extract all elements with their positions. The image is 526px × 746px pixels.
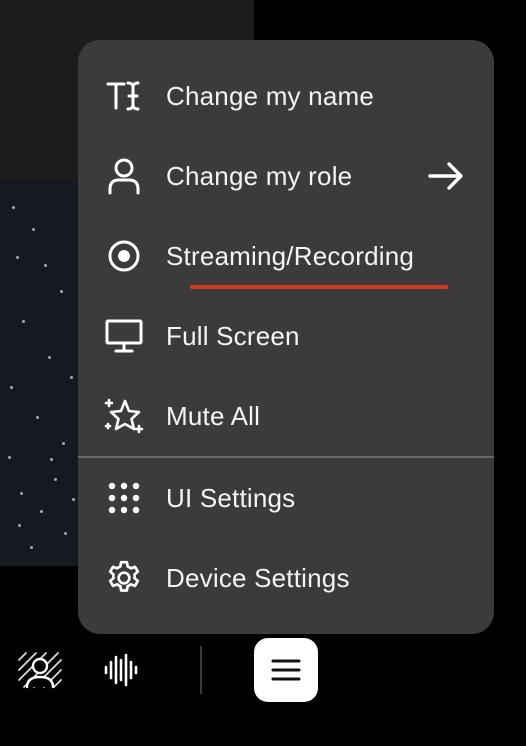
toolbar-divider — [200, 646, 202, 694]
gear-icon — [100, 554, 148, 602]
menu-item-label: UI Settings — [166, 482, 296, 513]
sparkle-star-icon — [100, 392, 148, 440]
menu-item-streaming-recording[interactable]: Streaming/Recording — [78, 216, 494, 296]
menu-item-label: Device Settings — [166, 562, 350, 593]
hamburger-menu-icon — [271, 658, 301, 682]
virtual-background-icon — [16, 650, 64, 690]
text-cursor-icon — [100, 72, 148, 120]
menu-item-label: Streaming/Recording — [166, 240, 415, 271]
menu-item-ui-settings[interactable]: UI Settings — [78, 458, 494, 538]
menu-item-mute-all[interactable]: Mute All — [78, 376, 494, 456]
virtual-background-button[interactable] — [14, 648, 66, 692]
more-options-menu: Change my name Change my role Streaming/… — [78, 40, 494, 634]
arrow-right-icon — [426, 156, 466, 196]
menu-item-label: Mute All — [166, 400, 261, 431]
person-icon — [100, 152, 148, 200]
more-menu-button[interactable] — [254, 638, 318, 702]
record-icon — [100, 232, 148, 280]
dots-grid-icon — [100, 474, 148, 522]
monitor-icon — [100, 312, 148, 360]
audio-wave-icon — [101, 653, 139, 687]
active-underline — [190, 285, 448, 289]
menu-item-change-role[interactable]: Change my role — [78, 136, 494, 216]
menu-item-label: Change my role — [166, 160, 353, 191]
menu-item-label: Change my name — [166, 80, 375, 111]
menu-item-change-name[interactable]: Change my name — [78, 56, 494, 136]
menu-item-label: Full Screen — [166, 320, 300, 351]
menu-item-full-screen[interactable]: Full Screen — [78, 296, 494, 376]
noise-cancellation-button[interactable] — [98, 648, 142, 692]
menu-item-device-settings[interactable]: Device Settings — [78, 538, 494, 618]
